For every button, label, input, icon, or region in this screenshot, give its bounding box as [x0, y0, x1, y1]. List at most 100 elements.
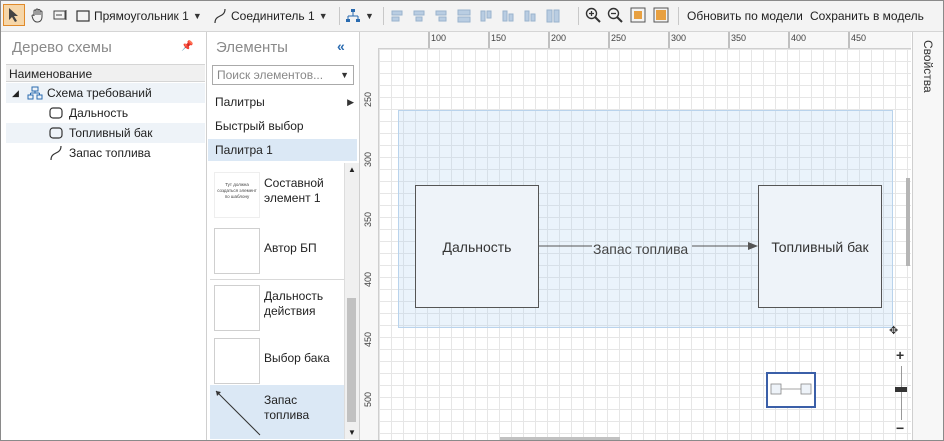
- zoom-out-icon: [607, 7, 623, 23]
- layout-dropdown[interactable]: ▼: [345, 5, 374, 27]
- palette-item-range[interactable]: Дальность действия: [210, 281, 344, 336]
- menu-palettes[interactable]: Палитры ▶: [208, 91, 357, 113]
- canvas-horizontal-scrollbar[interactable]: [500, 437, 620, 440]
- collapse-panel-icon[interactable]: «: [337, 38, 345, 54]
- shape-dropdown[interactable]: Прямоугольник 1 ▼: [76, 5, 202, 27]
- fit-page-icon: [653, 7, 669, 23]
- toolbar-divider: [383, 7, 384, 25]
- zoom-plus-icon[interactable]: +: [896, 347, 904, 363]
- ruler-label: 450: [851, 33, 867, 43]
- zoom-slider-knob[interactable]: [895, 387, 907, 392]
- zoom-minus-icon[interactable]: −: [896, 420, 904, 436]
- chevron-right-icon: ▶: [347, 97, 354, 107]
- rounded-rect-icon: [49, 107, 63, 119]
- elements-panel: Элементы « Поиск элементов... ▼ Палитры …: [207, 32, 360, 440]
- ruler-horizontal: 100 150 200 250 300 350 400 450: [360, 32, 911, 49]
- menu-quick-select-label: Быстрый выбор: [215, 119, 304, 133]
- update-from-model-button[interactable]: Обновить по модели: [687, 5, 803, 27]
- scroll-up-icon[interactable]: ▲: [348, 165, 356, 174]
- pan-tool-button[interactable]: [27, 4, 49, 26]
- save-to-model-button[interactable]: Сохранить в модель: [810, 5, 924, 27]
- text-box-icon: [53, 10, 67, 20]
- palette-item-fuel-reserve[interactable]: Запас топлива: [210, 385, 344, 439]
- toolbar: Прямоугольник 1 ▼ Соединитель 1 ▼ ▼ Обно…: [1, 1, 943, 32]
- tree-item-fuel-tank[interactable]: Топливный бак: [6, 123, 205, 143]
- node-label: Топливный бак: [771, 238, 869, 255]
- ruler-label: 400: [791, 33, 807, 43]
- palette-item-composite[interactable]: Тут должна создаться элемент по шаблону …: [210, 168, 344, 223]
- palette-item-tank[interactable]: Выбор бака: [210, 334, 344, 389]
- pin-icon[interactable]: 📌: [181, 41, 193, 52]
- tree-item-fuel-reserve[interactable]: Запас топлива: [6, 143, 205, 163]
- menu-quick-select[interactable]: Быстрый выбор: [208, 115, 357, 137]
- chevron-down-icon[interactable]: ▼: [340, 66, 349, 84]
- palette-item-author[interactable]: Автор БП: [210, 224, 344, 279]
- palette-thumbnail: [214, 228, 260, 274]
- schema-tree-panel: Дерево схемы 📌 Наименование ◢ Схема треб…: [1, 32, 207, 440]
- ruler-label: 400: [363, 272, 373, 288]
- connector-label[interactable]: Запас топлива: [593, 241, 688, 257]
- ruler-label: 350: [363, 212, 373, 228]
- menu-palette-1-label: Палитра 1: [215, 143, 273, 157]
- palette-item-label: Составной элемент 1: [264, 176, 324, 205]
- schema-tree-icon: [27, 86, 43, 100]
- align-tools-group[interactable]: [389, 8, 569, 24]
- ruler-label: 300: [363, 152, 373, 168]
- tree-item-label: Схема требований: [47, 86, 152, 100]
- palette-list: Тут должна создаться элемент по шаблону …: [210, 163, 344, 439]
- ruler-label: 250: [363, 92, 373, 108]
- palette-item-label: Запас топлива: [264, 393, 310, 422]
- connector-dropdown-label: Соединитель 1: [231, 9, 315, 23]
- ruler-vertical: 250 300 350 400 450 500: [360, 48, 379, 440]
- palette-scrollbar[interactable]: ▲ ▼: [344, 163, 359, 439]
- ruler-label: 450: [363, 332, 373, 348]
- expand-arrow-icon[interactable]: ◢: [12, 83, 24, 103]
- fit-selection-button[interactable]: [627, 4, 649, 26]
- app-window: Прямоугольник 1 ▼ Соединитель 1 ▼ ▼ Обно…: [0, 0, 944, 441]
- shape-dropdown-label: Прямоугольник 1: [94, 9, 189, 23]
- palette-item-label: Выбор бака: [264, 351, 330, 365]
- minimap[interactable]: [766, 372, 816, 408]
- menu-palette-1[interactable]: Палитра 1: [208, 139, 357, 161]
- chevron-down-icon: ▼: [365, 11, 374, 21]
- panel-title: Элементы: [216, 39, 288, 56]
- connector-dropdown[interactable]: Соединитель 1 ▼: [213, 5, 328, 27]
- zoom-in-icon: [585, 7, 601, 23]
- thumbnail-text: Тут должна создаться элемент по шаблону: [217, 182, 257, 199]
- scrollbar-thumb[interactable]: [347, 298, 356, 422]
- tree-item-label: Дальность: [69, 106, 129, 120]
- connector-icon: [214, 8, 226, 24]
- properties-panel-tab[interactable]: Свойства: [912, 32, 943, 440]
- layout-tree-icon: [346, 9, 360, 22]
- scroll-down-icon[interactable]: ▼: [348, 428, 356, 437]
- update-from-model-label: Обновить по модели: [687, 9, 803, 23]
- tree-item-root[interactable]: ◢ Схема требований: [6, 83, 205, 103]
- chevron-down-icon: ▼: [318, 11, 328, 21]
- node-label: Дальность: [442, 238, 512, 255]
- text-tool-button[interactable]: [50, 4, 72, 26]
- connector-icon: [50, 145, 62, 161]
- palette-thumbnail: [214, 285, 260, 331]
- save-to-model-label: Сохранить в модель: [810, 9, 924, 23]
- palette-item-label: Автор БП: [264, 241, 317, 255]
- diagram-node-range[interactable]: Дальность: [415, 185, 539, 308]
- search-placeholder: Поиск элементов...: [217, 68, 324, 82]
- column-header-name[interactable]: Наименование: [6, 64, 205, 82]
- zoom-in-button[interactable]: [582, 4, 604, 26]
- zoom-slider-track[interactable]: [901, 366, 902, 420]
- toolbar-divider: [578, 7, 579, 25]
- diagram-node-fuel-tank[interactable]: Топливный бак: [758, 185, 882, 308]
- toolbar-divider: [339, 7, 340, 25]
- search-input[interactable]: Поиск элементов... ▼: [212, 65, 354, 85]
- ruler-label: 350: [731, 33, 747, 43]
- pointer-tool-button[interactable]: [3, 4, 25, 26]
- fit-page-button[interactable]: [650, 4, 672, 26]
- toolbar-divider: [678, 7, 679, 25]
- diagram-canvas[interactable]: 100 150 200 250 300 350 400 450 250 300 …: [360, 32, 911, 440]
- pointer-icon: [9, 8, 18, 22]
- tree-item-range[interactable]: Дальность: [6, 103, 205, 123]
- move-handle-icon[interactable]: ✥: [889, 324, 898, 337]
- palette-divider: [210, 279, 344, 280]
- zoom-out-button[interactable]: [604, 4, 626, 26]
- canvas-vertical-scrollbar[interactable]: [906, 178, 910, 266]
